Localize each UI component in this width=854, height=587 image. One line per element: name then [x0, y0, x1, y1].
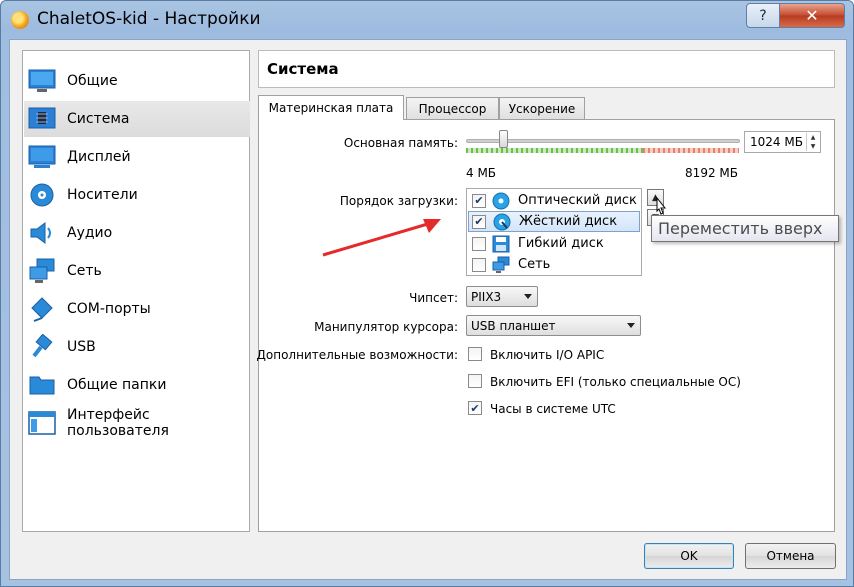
chipset-select[interactable]: PIIX3 — [466, 286, 538, 307]
app-icon — [11, 11, 29, 29]
ui-window-icon — [28, 411, 56, 435]
memory-label: Основная память: — [343, 136, 458, 150]
memory-slider-thumb[interactable] — [499, 130, 508, 148]
page-title: Система — [267, 60, 339, 78]
boot-order-list[interactable]: ✔ Оптический диск ✔ Жёсткий диск Гибкий … — [466, 188, 642, 276]
sidebar-item-label: USB — [67, 339, 96, 355]
boot-item-label: Жёсткий диск — [519, 214, 618, 229]
extended-features-label: Дополнительные возможности: — [256, 348, 458, 362]
mouse-cursor-icon — [656, 197, 667, 215]
settings-window: ChaletOS-kid - Настройки ? ✕ Общие Систе… — [0, 0, 854, 587]
sidebar-item-general[interactable]: Общие — [24, 63, 250, 99]
optical-disc-icon — [492, 192, 510, 209]
tab-motherboard[interactable]: Материнская плата — [258, 95, 404, 120]
tab-processor[interactable]: Процессор — [406, 97, 499, 119]
sidebar-item-label: Дисплей — [67, 149, 131, 165]
memory-size-value: 1024 МБ — [750, 135, 803, 149]
ioapic-label: Включить I/O APIC — [490, 348, 605, 362]
ioapic-checkbox[interactable] — [468, 347, 482, 361]
move-up-tooltip: Переместить вверх — [651, 215, 839, 242]
floppy-disk-icon — [492, 235, 510, 252]
sidebar-item-label: Система — [67, 111, 130, 127]
pointing-device-label: Манипулятор курсора: — [314, 320, 458, 334]
tab-acceleration[interactable]: Ускорение — [499, 97, 585, 119]
dialog-body: Общие Система Дисплей Носители Аудио Сет… — [9, 39, 847, 580]
boot-checkbox[interactable] — [472, 236, 486, 251]
window-title: ChaletOS-kid - Настройки — [37, 9, 261, 29]
sidebar-item-label: Сеть — [67, 263, 102, 279]
sidebar-item-system[interactable]: Система — [24, 101, 250, 137]
annotation-arrow — [322, 219, 441, 257]
boot-checkbox[interactable] — [472, 257, 486, 272]
chipset-value: PIIX3 — [471, 290, 502, 304]
efi-label: Включить EFI (только специальные ОС) — [490, 375, 741, 389]
sidebar-item-display[interactable]: Дисплей — [24, 139, 250, 175]
memory-min-label: 4 МБ — [466, 166, 497, 180]
spin-up-icon[interactable]: ▲ — [807, 133, 819, 142]
settings-sidebar: Общие Система Дисплей Носители Аудио Сет… — [22, 50, 250, 532]
boot-item-optical[interactable]: ✔ Оптический диск — [468, 190, 640, 211]
sidebar-item-label: Интерфейс пользователя — [67, 407, 169, 439]
boot-item-label: Оптический диск — [518, 193, 637, 208]
utc-label: Часы в системе UTC — [490, 402, 616, 416]
close-button[interactable]: ✕ — [779, 3, 845, 28]
sidebar-item-label: Общие папки — [67, 377, 167, 393]
sidebar-item-audio[interactable]: Аудио — [24, 215, 250, 251]
sidebar-item-user-interface[interactable]: Интерфейс пользователя — [24, 405, 250, 441]
help-button[interactable]: ? — [746, 3, 780, 28]
utc-checkbox[interactable]: ✔ — [468, 401, 482, 415]
sidebar-item-serial-ports[interactable]: COM-порты — [24, 291, 250, 327]
sidebar-item-label: Носители — [67, 187, 138, 203]
cancel-button[interactable]: Отмена — [745, 543, 836, 569]
monitor-icon — [28, 69, 56, 92]
network-icon — [29, 258, 55, 283]
sidebar-item-shared-folders[interactable]: Общие папки — [24, 367, 250, 403]
memory-spin-arrows[interactable]: ▲ ▼ — [806, 133, 819, 151]
memory-max-label: 8192 МБ — [685, 166, 738, 180]
hard-disk-icon — [493, 213, 511, 230]
serial-port-icon — [31, 297, 53, 322]
chevron-down-icon — [627, 323, 635, 328]
chip-icon — [28, 107, 56, 129]
ok-button[interactable]: OK — [644, 543, 734, 569]
sidebar-item-network[interactable]: Сеть — [24, 253, 250, 289]
boot-item-network[interactable]: Сеть — [468, 254, 640, 275]
title-bar[interactable]: ChaletOS-kid - Настройки ? ✕ — [1, 1, 853, 39]
efi-checkbox[interactable] — [468, 374, 482, 388]
sidebar-item-label: Аудио — [67, 225, 113, 241]
boot-checkbox[interactable]: ✔ — [472, 214, 486, 229]
boot-item-floppy[interactable]: Гибкий диск — [468, 233, 640, 254]
boot-order-label: Порядок загрузки: — [339, 194, 458, 208]
sidebar-item-label: COM-порты — [67, 301, 151, 317]
pointing-device-select[interactable]: USB планшет — [466, 315, 641, 336]
memory-size-input[interactable]: 1024 МБ ▲ ▼ — [744, 131, 821, 153]
pointing-device-value: USB планшет — [471, 319, 556, 333]
folder-icon — [29, 376, 55, 395]
boot-item-label: Гибкий диск — [518, 236, 604, 251]
chevron-down-icon — [524, 294, 532, 299]
boot-item-label: Сеть — [518, 257, 551, 272]
memory-scale-green — [466, 148, 643, 153]
usb-icon — [32, 334, 53, 358]
boot-checkbox[interactable]: ✔ — [472, 193, 486, 208]
disk-icon — [30, 183, 54, 207]
sidebar-item-label: Общие — [67, 73, 118, 89]
spin-down-icon[interactable]: ▼ — [807, 142, 819, 151]
network-icon — [492, 256, 510, 273]
chipset-label: Чипсет: — [409, 291, 458, 305]
display-icon — [28, 145, 56, 168]
sidebar-item-usb[interactable]: USB — [24, 329, 250, 365]
sidebar-item-storage[interactable]: Носители — [24, 177, 250, 213]
speaker-icon — [30, 222, 51, 244]
section-header: Система — [258, 50, 835, 88]
memory-scale-red — [643, 148, 739, 153]
boot-item-hard-disk[interactable]: ✔ Жёсткий диск — [468, 211, 640, 232]
